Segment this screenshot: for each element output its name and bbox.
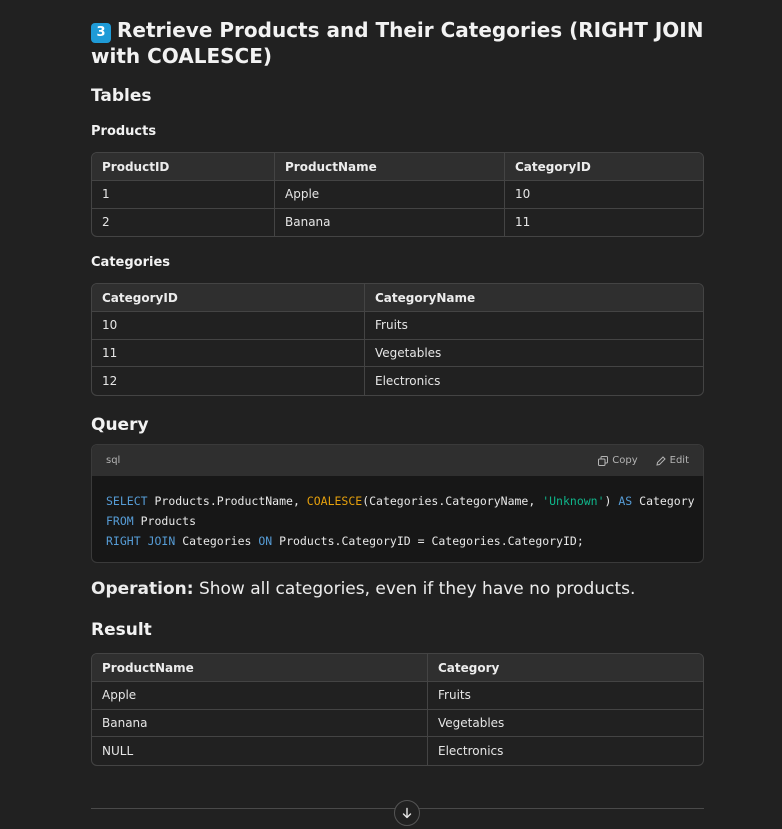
column-header: ProductName xyxy=(274,153,504,181)
table-cell: Vegetables xyxy=(427,709,703,737)
scroll-to-bottom-button[interactable] xyxy=(394,800,420,826)
column-header: CategoryName xyxy=(364,284,703,312)
table-header-row: ProductID ProductName CategoryID xyxy=(92,153,703,181)
copy-icon xyxy=(598,455,609,466)
table-row: Apple Fruits xyxy=(92,682,703,710)
code-block: sql Copy Edit SELECT Products.ProductNam… xyxy=(91,444,704,563)
table-cell: 11 xyxy=(504,208,703,236)
column-header: ProductName xyxy=(92,654,427,682)
products-label: Products xyxy=(91,124,157,139)
copy-label: Copy xyxy=(612,455,638,466)
table-header-row: CategoryID CategoryName xyxy=(92,284,703,312)
table-cell: Banana xyxy=(92,710,427,737)
table-cell: 10 xyxy=(504,181,703,209)
column-header: Category xyxy=(427,654,703,682)
operation-description: Show all categories, even if they have n… xyxy=(198,579,636,599)
table-cell: 10 xyxy=(92,312,364,340)
table-row: 10 Fruits xyxy=(92,312,703,340)
table-cell: Electronics xyxy=(364,367,703,395)
code-language: sql xyxy=(106,455,121,466)
code-line: RIGHT JOIN Categories ON Products.Catego… xyxy=(106,534,584,548)
table-cell: Fruits xyxy=(364,312,703,340)
result-table: ProductName Category Apple Fruits Banana… xyxy=(91,653,704,766)
table-row: 12 Electronics xyxy=(92,367,703,395)
code-block-header: sql Copy Edit xyxy=(92,445,703,476)
code-line: FROM Products xyxy=(106,514,197,528)
arrow-down-icon xyxy=(402,807,412,819)
column-header: CategoryID xyxy=(504,153,703,181)
table-cell: 2 xyxy=(102,215,110,230)
code-body: SELECT Products.ProductName, COALESCE(Ca… xyxy=(92,476,703,562)
copy-button[interactable]: Copy xyxy=(598,455,638,466)
section-title: 3 Retrieve Products and Their Categories … xyxy=(91,17,711,69)
table-cell: 12 xyxy=(102,373,118,388)
table-row: 2 Banana 11 xyxy=(92,208,703,236)
edit-icon xyxy=(655,455,666,466)
query-heading: Query xyxy=(91,415,149,435)
section-title-text: Retrieve Products and Their Categories (… xyxy=(91,18,704,68)
chat-page: 3 Retrieve Products and Their Categories … xyxy=(0,0,782,829)
table-header-row: ProductName Category xyxy=(92,654,703,682)
operation-label: Operation: xyxy=(91,579,194,599)
table-cell: NULL xyxy=(102,743,134,758)
column-header: ProductID xyxy=(92,153,274,181)
result-heading: Result xyxy=(91,620,152,640)
table-cell: 11 xyxy=(92,340,364,367)
table-cell: Fruits xyxy=(427,682,703,710)
column-header: CategoryID xyxy=(92,284,364,312)
table-row: 1 Apple 10 xyxy=(92,181,703,209)
table-row: 11 Vegetables xyxy=(92,339,703,367)
table-cell: Banana xyxy=(274,208,504,236)
categories-label: Categories xyxy=(91,255,171,270)
code-line: SELECT Products.ProductName, COALESCE(Ca… xyxy=(106,494,695,508)
tables-heading: Tables xyxy=(91,86,152,106)
categories-table: CategoryID CategoryName 10 Fruits 11 Veg… xyxy=(91,283,704,396)
table-cell: Apple xyxy=(274,181,504,209)
table-cell: Vegetables xyxy=(364,339,703,367)
number-badge: 3 xyxy=(91,23,111,43)
table-cell: Electronics xyxy=(427,737,703,765)
edit-label: Edit xyxy=(669,455,689,466)
operation-text: Operation: Show all categories, even if … xyxy=(91,579,635,599)
table-cell: Apple xyxy=(92,682,427,710)
products-table: ProductID ProductName CategoryID 1 Apple… xyxy=(91,152,704,237)
table-row: Banana Vegetables xyxy=(92,709,703,737)
table-cell: 1 xyxy=(92,181,274,209)
edit-button[interactable]: Edit xyxy=(655,455,689,466)
table-row: NULL Electronics xyxy=(92,737,703,765)
